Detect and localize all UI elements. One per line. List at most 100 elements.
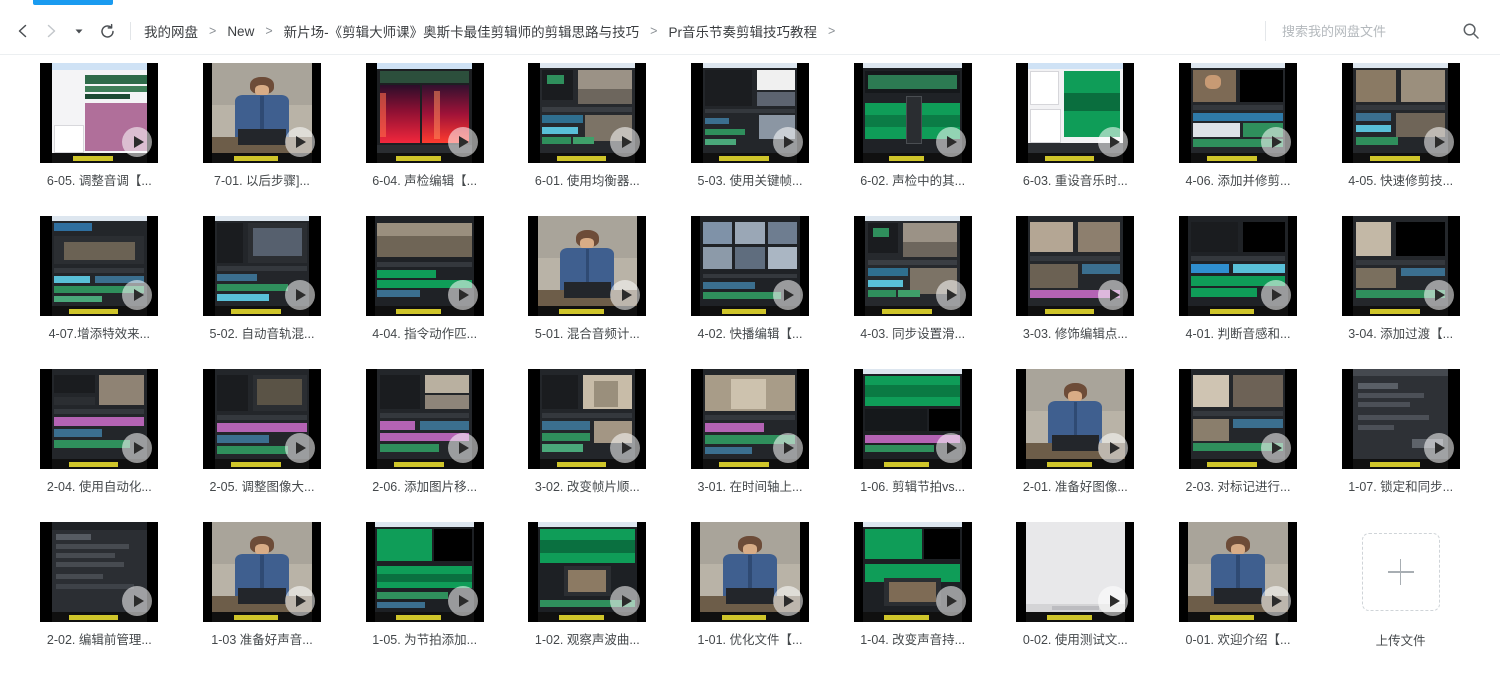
video-thumbnail[interactable] (853, 522, 972, 622)
video-thumbnail[interactable] (690, 522, 809, 622)
play-icon[interactable] (772, 586, 803, 616)
play-icon[interactable] (284, 127, 315, 157)
file-tile[interactable]: 1-05. 为节拍添加... (343, 522, 506, 675)
video-thumbnail[interactable] (1178, 216, 1297, 316)
file-tile[interactable]: 5-02. 自动音轨混... (181, 216, 344, 369)
video-thumbnail[interactable] (853, 63, 972, 163)
play-icon[interactable] (284, 433, 315, 463)
file-tile[interactable]: 4-03. 同步设置滑... (831, 216, 994, 369)
play-icon[interactable] (772, 127, 803, 157)
video-thumbnail[interactable] (853, 216, 972, 316)
video-thumbnail[interactable] (40, 522, 159, 622)
video-thumbnail[interactable] (528, 216, 647, 316)
file-tile[interactable]: 1-01. 优化文件【... (669, 522, 832, 675)
refresh-icon[interactable] (94, 18, 120, 44)
play-icon[interactable] (447, 433, 478, 463)
file-tile[interactable]: 1-03 准备好声音... (181, 522, 344, 675)
caret-down-icon[interactable] (66, 18, 92, 44)
video-thumbnail[interactable] (1016, 63, 1135, 163)
search-input[interactable] (1282, 19, 1450, 43)
play-icon[interactable] (772, 280, 803, 310)
file-tile[interactable]: 7-01. 以后步骤]... (181, 63, 344, 216)
file-tile[interactable]: 4-04. 指令动作匹... (343, 216, 506, 369)
file-tile[interactable]: 5-01. 混合音频计... (506, 216, 669, 369)
video-thumbnail[interactable] (202, 369, 321, 469)
upload-dropzone[interactable] (1361, 533, 1440, 611)
play-icon[interactable] (447, 127, 478, 157)
video-thumbnail[interactable] (202, 522, 321, 622)
play-icon[interactable] (1423, 280, 1454, 310)
file-tile[interactable]: 1-06. 剪辑节拍vs... (831, 369, 994, 522)
video-thumbnail[interactable] (1341, 216, 1460, 316)
breadcrumb-item-course[interactable]: 新片场-《剪辑大师课》奥斯卡最佳剪辑师的剪辑思路与技巧 (283, 19, 641, 43)
breadcrumb-item-new[interactable]: New (226, 22, 255, 41)
video-thumbnail[interactable] (690, 63, 809, 163)
play-icon[interactable] (1260, 586, 1291, 616)
play-icon[interactable] (935, 433, 966, 463)
file-tile[interactable]: 3-01. 在时间轴上... (669, 369, 832, 522)
file-tile[interactable]: 2-04. 使用自动化... (18, 369, 181, 522)
file-tile[interactable]: 6-05. 调整音调【... (18, 63, 181, 216)
video-thumbnail[interactable] (528, 63, 647, 163)
file-tile[interactable]: 1-02. 观察声波曲... (506, 522, 669, 675)
play-icon[interactable] (284, 280, 315, 310)
video-thumbnail[interactable] (1341, 369, 1460, 469)
file-tile[interactable]: 5-03. 使用关键帧... (669, 63, 832, 216)
file-tile[interactable]: 6-03. 重设音乐时... (994, 63, 1157, 216)
video-thumbnail[interactable] (40, 63, 159, 163)
video-thumbnail[interactable] (690, 216, 809, 316)
file-tile[interactable]: 6-02. 声检中的其... (831, 63, 994, 216)
play-icon[interactable] (935, 127, 966, 157)
video-thumbnail[interactable] (528, 522, 647, 622)
file-tile[interactable]: 3-03. 修饰编辑点... (994, 216, 1157, 369)
play-icon[interactable] (772, 433, 803, 463)
play-icon[interactable] (1260, 280, 1291, 310)
video-thumbnail[interactable] (202, 63, 321, 163)
video-thumbnail[interactable] (528, 369, 647, 469)
file-tile[interactable]: 4-07.增添特效来... (18, 216, 181, 369)
file-tile[interactable]: 2-01. 准备好图像... (994, 369, 1157, 522)
file-tile[interactable]: 6-04. 声检编辑【... (343, 63, 506, 216)
video-thumbnail[interactable] (40, 216, 159, 316)
play-icon[interactable] (1423, 433, 1454, 463)
search-icon[interactable] (1458, 18, 1484, 44)
play-icon[interactable] (935, 586, 966, 616)
file-tile[interactable]: 4-01. 判断音感和... (1157, 216, 1320, 369)
video-thumbnail[interactable] (40, 369, 159, 469)
video-thumbnail[interactable] (365, 522, 484, 622)
file-tile[interactable]: 4-06. 添加并修剪... (1157, 63, 1320, 216)
video-thumbnail[interactable] (1016, 369, 1135, 469)
file-tile[interactable]: 2-05. 调整图像大... (181, 369, 344, 522)
video-thumbnail[interactable] (1341, 63, 1460, 163)
chevron-right-icon[interactable] (38, 18, 64, 44)
file-tile[interactable]: 4-02. 快播编辑【... (669, 216, 832, 369)
file-tile[interactable]: 1-04. 改变声音持... (831, 522, 994, 675)
file-tile[interactable]: 4-05. 快速修剪技... (1319, 63, 1482, 216)
play-icon[interactable] (1260, 127, 1291, 157)
chevron-left-icon[interactable] (10, 18, 36, 44)
video-thumbnail[interactable] (365, 63, 484, 163)
file-tile[interactable]: 2-06. 添加图片移... (343, 369, 506, 522)
upload-file-tile[interactable]: 上传文件 (1319, 522, 1482, 675)
play-icon[interactable] (935, 280, 966, 310)
video-thumbnail[interactable] (1178, 522, 1297, 622)
video-thumbnail[interactable] (853, 369, 972, 469)
video-thumbnail[interactable] (1178, 63, 1297, 163)
video-thumbnail[interactable] (1016, 522, 1135, 622)
file-tile[interactable]: 0-02. 使用测试文... (994, 522, 1157, 675)
play-icon[interactable] (1260, 433, 1291, 463)
video-thumbnail[interactable] (1016, 216, 1135, 316)
play-icon[interactable] (447, 586, 478, 616)
video-thumbnail[interactable] (690, 369, 809, 469)
play-icon[interactable] (284, 586, 315, 616)
play-icon[interactable] (447, 280, 478, 310)
video-thumbnail[interactable] (1178, 369, 1297, 469)
file-tile[interactable]: 0-01. 欢迎介绍【... (1157, 522, 1320, 675)
video-thumbnail[interactable] (202, 216, 321, 316)
file-tile[interactable]: 6-01. 使用均衡器... (506, 63, 669, 216)
breadcrumb-item-root[interactable]: 我的网盘 (143, 19, 199, 43)
play-icon[interactable] (1423, 127, 1454, 157)
file-tile[interactable]: 3-02. 改变帧片顺... (506, 369, 669, 522)
file-tile[interactable]: 2-02. 编辑前管理... (18, 522, 181, 675)
breadcrumb-item-current[interactable]: Pr音乐节奏剪辑技巧教程 (667, 19, 818, 43)
